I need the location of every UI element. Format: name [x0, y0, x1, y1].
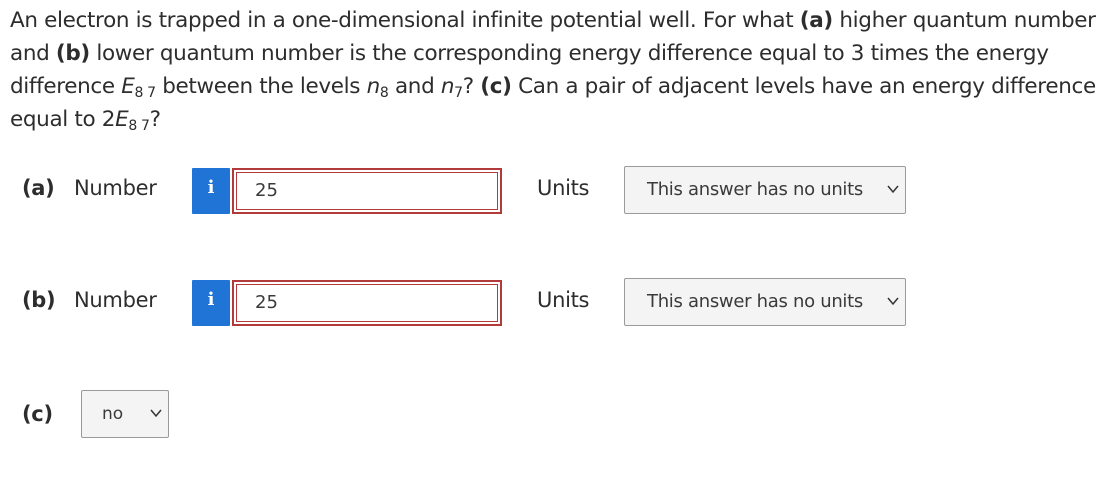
chevron-down-icon — [887, 297, 899, 306]
yes-no-select-c[interactable]: no — [81, 390, 169, 438]
energy-subscript: 8 7 — [134, 85, 157, 101]
question-segment: An electron is trapped in a one-dimensio… — [10, 8, 800, 33]
answer-input-a[interactable]: 25 — [232, 168, 502, 214]
answer-value-b: 25 — [236, 284, 498, 322]
quantum-symbol: n — [440, 74, 455, 99]
energy-symbol: E — [121, 74, 135, 99]
chevron-down-icon — [150, 409, 162, 418]
question-segment: and — [388, 74, 441, 99]
chevron-down-icon — [887, 185, 899, 194]
question-segment: ? — [462, 74, 481, 99]
units-label-a: Units — [537, 176, 590, 200]
question-text: An electron is trapped in a one-dimensio… — [10, 4, 1098, 136]
energy-subscript: 8 7 — [128, 118, 150, 134]
info-icon[interactable]: i — [192, 168, 230, 214]
quantum-subscript: 7 — [454, 85, 463, 101]
question-part-a-tag: (a) — [799, 8, 833, 33]
units-selected-b: This answer has no units — [647, 291, 863, 312]
units-select-a[interactable]: This answer has no units — [624, 166, 906, 214]
quantum-symbol: n — [366, 74, 381, 99]
question-segment: between the levels — [155, 74, 367, 99]
units-label-b: Units — [537, 288, 590, 312]
question-segment: ? — [149, 107, 161, 132]
question-part-b-tag: (b) — [55, 41, 90, 66]
energy-symbol: E — [115, 107, 129, 132]
question-part-c-tag: (c) — [480, 74, 512, 99]
number-label-a: Number — [74, 176, 157, 200]
units-selected-a: This answer has no units — [647, 179, 863, 200]
answer-row-a: (a) Number i 25 Units This answer has no… — [0, 166, 1104, 216]
units-select-b[interactable]: This answer has no units — [624, 278, 906, 326]
part-b-label: (b) — [22, 288, 56, 312]
number-label-b: Number — [74, 288, 157, 312]
answer-row-c: (c) no — [0, 390, 1104, 440]
c-selected-value: no — [102, 404, 124, 424]
part-a-label: (a) — [22, 176, 55, 200]
answer-value-a: 25 — [236, 172, 498, 210]
info-icon[interactable]: i — [192, 280, 230, 326]
answer-row-b: (b) Number i 25 Units This answer has no… — [0, 278, 1104, 328]
answer-input-b[interactable]: 25 — [232, 280, 502, 326]
part-c-label: (c) — [22, 402, 53, 426]
